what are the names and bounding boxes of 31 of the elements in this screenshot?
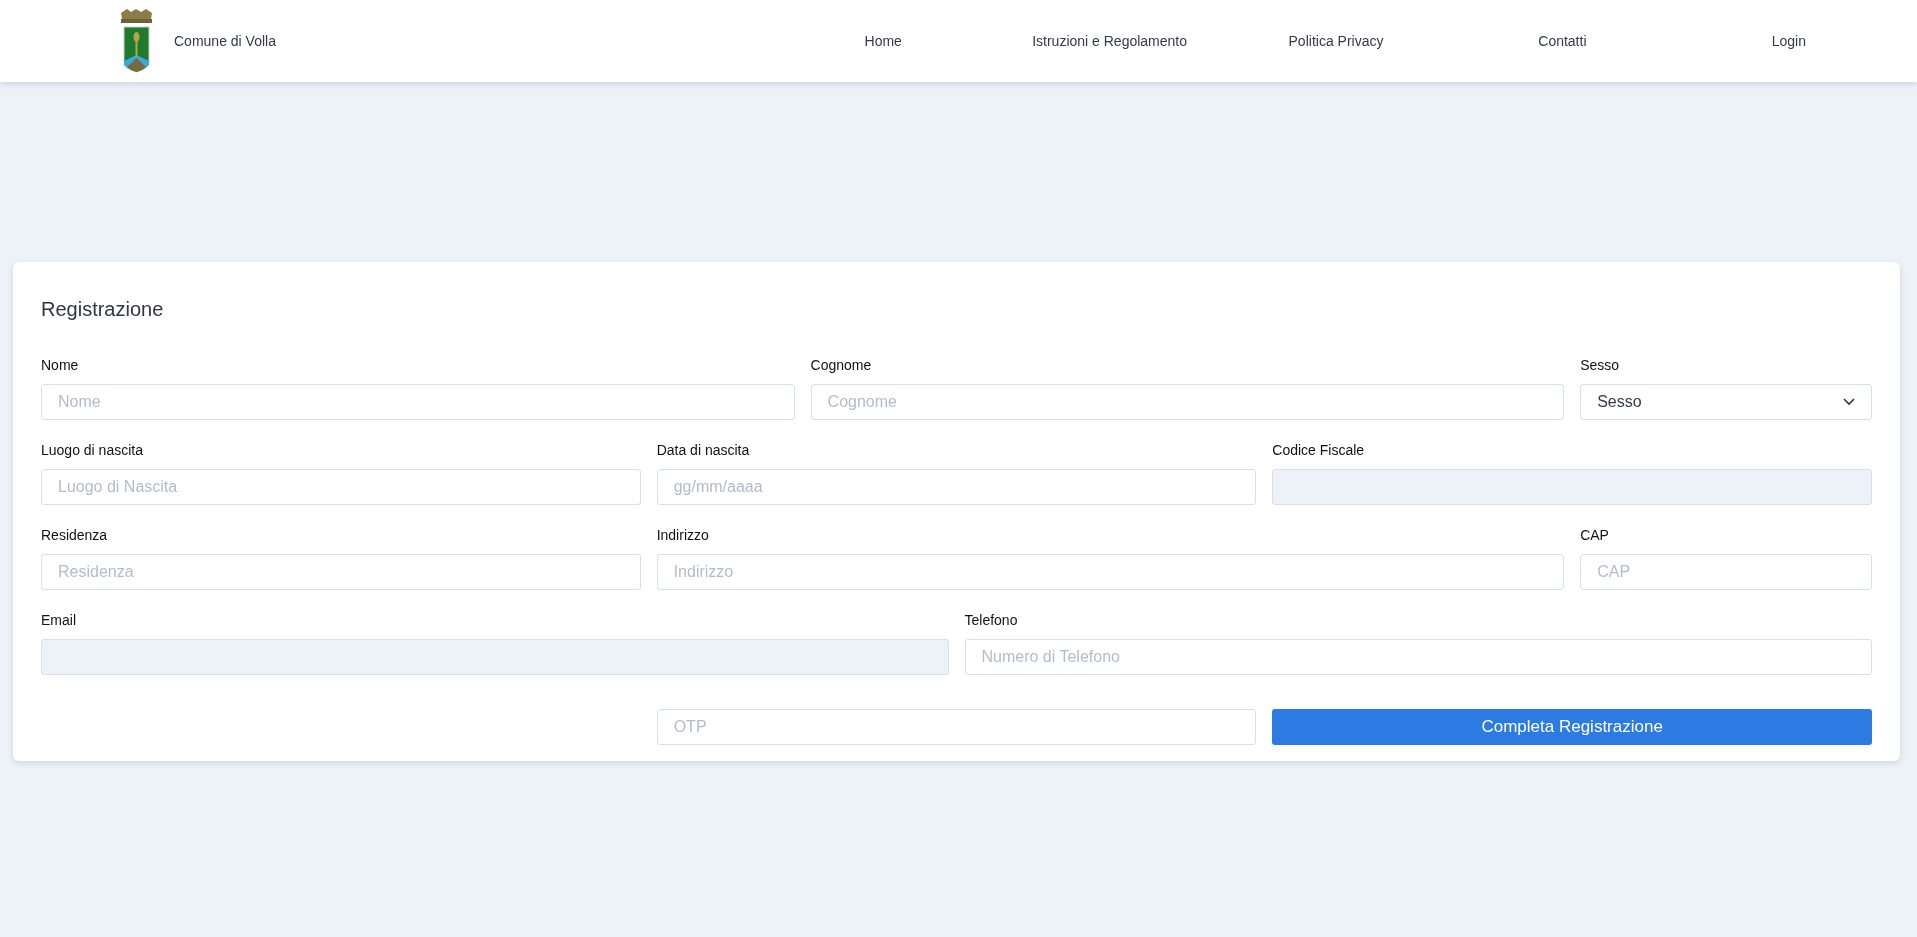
chevron-down-icon [1843,398,1855,406]
nav-link[interactable]: Contatti [1449,33,1676,49]
nav-link[interactable]: Home [770,33,997,49]
nav-link[interactable]: Login [1675,33,1902,49]
field-label: CAP [1580,527,1610,544]
input-field[interactable]: Luogo di Nascita [41,469,641,505]
input-field[interactable]: Numero di Telefono [964,639,1872,675]
input-field[interactable]: Nome [41,384,795,420]
submit-button[interactable]: Completa Registrazione [1272,709,1872,745]
field-label: Indirizzo [656,527,710,544]
field-label: Luogo di nascita [41,442,144,459]
field-label: Nome [41,357,80,374]
field-label: Cognome [810,357,873,374]
input-field[interactable]: Indirizzo [656,554,1565,590]
field-label: Email [41,612,77,629]
otp-field[interactable]: OTP [656,709,1257,745]
input-field[interactable]: Cognome [810,384,1565,420]
select-field[interactable]: Sesso [1580,384,1872,420]
nav-link[interactable]: Politica Privacy [1222,33,1450,49]
coat-of-arms-drawing [118,9,155,73]
input-field[interactable]: CAP [1580,554,1872,590]
field-label: Telefono [964,612,1019,629]
input-field[interactable]: Residenza [41,554,641,590]
field-label: Residenza [41,527,109,544]
field-label: Sesso [1580,357,1621,374]
input-field[interactable]: gg/mm/aaaa [656,469,1257,505]
nav-link[interactable]: Istruzioni e Regolamento [996,33,1223,49]
field-label: Data di nascita [656,442,751,459]
field-label: Codice Fiscale [1272,442,1366,459]
brand-name: Comune di Volla [174,33,276,49]
form-title: Registrazione [41,298,165,321]
